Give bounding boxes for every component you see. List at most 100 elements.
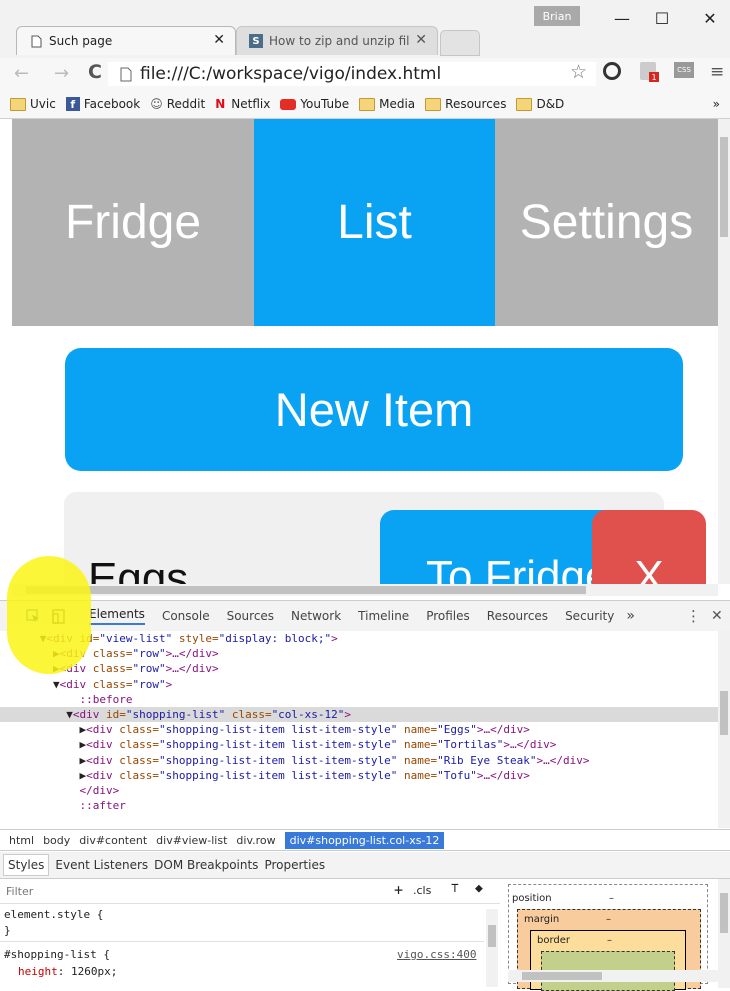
new-item-button[interactable]: New Item [65, 348, 683, 471]
menu-icon[interactable]: ≡ [710, 62, 724, 82]
dom-node-line[interactable]: ▶<div class="shopping-list-item list-ite… [0, 768, 718, 783]
dom-node-line[interactable]: </div> [0, 783, 718, 798]
dom-node-line[interactable]: ▼<div class="row"> [0, 677, 718, 692]
highlight-marker [7, 556, 91, 674]
rule-divider [0, 941, 484, 942]
bookmark-uvic[interactable]: Uvic [10, 97, 56, 111]
rule-element-style[interactable]: element.style { [4, 908, 103, 921]
address-bar[interactable]: file:///C:/workspace/vigo/index.html [108, 62, 596, 86]
dom-node-line[interactable]: ▶<div class="shopping-list-item list-ite… [0, 722, 718, 737]
list-item-name: Eggs [88, 554, 189, 584]
remove-item-button[interactable]: X [592, 510, 706, 584]
tab-title: Such page [49, 34, 113, 48]
bookmarks-overflow-icon[interactable]: » [713, 97, 720, 111]
styles-scrollbar[interactable] [486, 909, 498, 987]
box-model-scrollbar[interactable] [508, 970, 718, 982]
add-rule-icon[interactable]: + [394, 881, 403, 899]
breadcrumb-view-list[interactable]: div#view-list [156, 834, 227, 847]
dom-node-line[interactable]: ::after [0, 798, 718, 813]
rule-close: } [4, 924, 11, 937]
extension-opera-icon[interactable] [603, 62, 621, 80]
breadcrumb-body[interactable]: body [43, 834, 70, 847]
forward-icon[interactable]: → [54, 63, 69, 84]
devtools-bottom-scrollbar[interactable] [718, 879, 730, 988]
bookmark-star-icon[interactable]: ☆ [570, 61, 587, 83]
scroll-thumb[interactable] [720, 137, 728, 237]
styles-pane: + .cls ⊤ ◆ element.style { } #shopping-l… [0, 879, 500, 988]
minimize-icon[interactable]: — [602, 8, 642, 28]
dom-node-line[interactable]: ▶<div class="row">…</div> [0, 646, 718, 661]
breadcrumb-shopping-list[interactable]: div#shopping-list.col-xs-12 [284, 831, 445, 849]
css-declaration[interactable]: height: 1260px; [18, 965, 117, 978]
tab-event-listeners[interactable]: Event Listeners [55, 858, 148, 872]
bookmarks-bar: Uvic f Facebook ☺ Reddit N Netflix YouTube … [0, 90, 730, 119]
close-tab-icon[interactable]: ✕ [213, 32, 225, 48]
extension-shield-icon[interactable]: 1 [640, 62, 659, 82]
scroll-thumb[interactable] [26, 586, 586, 594]
tab-styles[interactable]: Styles [3, 854, 50, 876]
tab-zip-article[interactable]: S How to zip and unzip files ✕ [236, 26, 438, 55]
breadcrumb-html[interactable]: html [9, 834, 34, 847]
tab-security[interactable]: Security [565, 609, 614, 623]
folder-icon [425, 97, 442, 111]
tab-properties[interactable]: Properties [264, 858, 325, 872]
dom-scrollbar[interactable] [718, 631, 730, 828]
rule-shopping-list-selector[interactable]: #shopping-list { [4, 948, 110, 961]
breadcrumb-row[interactable]: div.row [236, 834, 275, 847]
dom-breadcrumbs: html body div#content div#view-list div.… [0, 829, 730, 851]
back-icon[interactable]: ← [14, 63, 29, 84]
devtools-menu-icon[interactable]: ⋮ [686, 607, 701, 625]
profile-badge[interactable]: Brian [534, 6, 580, 26]
tab-sources[interactable]: Sources [227, 609, 274, 623]
dom-node-line[interactable]: ::before [0, 692, 718, 707]
dom-node-line[interactable]: ▶<div class="shopping-list-item list-ite… [0, 753, 718, 768]
bookmark-netflix[interactable]: N Netflix [215, 97, 270, 111]
tab-resources[interactable]: Resources [487, 609, 548, 623]
dom-node-line[interactable]: ▶<div class="shopping-list-item list-ite… [0, 737, 718, 752]
page-vertical-scrollbar[interactable] [718, 119, 730, 584]
box-position: position – margin – border – [508, 884, 708, 991]
more-tabs-icon[interactable]: » [626, 608, 635, 624]
bookmark-dnd[interactable]: D&D [516, 97, 564, 111]
reload-icon[interactable]: C [88, 61, 102, 83]
nav-tab-list[interactable]: List [254, 119, 495, 326]
new-tab-button[interactable] [440, 30, 480, 56]
color-format-icon[interactable]: ◆ [475, 881, 483, 896]
bookmark-resources[interactable]: Resources [425, 97, 506, 111]
styles-filter-input[interactable] [4, 882, 308, 900]
nav-tab-settings[interactable]: Settings [495, 119, 718, 326]
url-text: file:///C:/workspace/vigo/index.html [140, 64, 442, 84]
scroll-thumb[interactable] [720, 691, 728, 735]
breadcrumb-content[interactable]: div#content [79, 834, 147, 847]
pin-icon[interactable]: ⊤ [451, 881, 459, 896]
close-devtools-icon[interactable]: ✕ [711, 608, 723, 624]
scroll-thumb[interactable] [488, 925, 496, 947]
maximize-icon[interactable]: ☐ [642, 8, 682, 28]
extension-css-icon[interactable]: CSS [674, 62, 694, 78]
tab-elements[interactable]: Elements [89, 607, 145, 625]
dom-node-line[interactable]: ▶<div class="row">…</div> [0, 661, 718, 676]
page-horizontal-scrollbar[interactable] [12, 584, 718, 596]
dom-node-line[interactable]: ▼<div id="shopping-list" class="col-xs-1… [0, 707, 718, 723]
scroll-thumb[interactable] [522, 972, 602, 980]
cls-toggle[interactable]: .cls [413, 884, 431, 897]
tab-profiles[interactable]: Profiles [426, 609, 470, 623]
folder-icon [10, 97, 26, 111]
tab-such-page[interactable]: Such page ✕ [16, 26, 236, 55]
tab-console[interactable]: Console [162, 609, 210, 623]
bookmark-facebook[interactable]: f Facebook [65, 97, 140, 111]
bookmark-reddit[interactable]: ☺ Reddit [150, 97, 205, 111]
nav-tab-fridge[interactable]: Fridge [12, 119, 254, 326]
close-tab-icon[interactable]: ✕ [415, 32, 427, 48]
tab-network[interactable]: Network [291, 609, 341, 623]
reddit-icon: ☺ [150, 97, 163, 111]
tab-dom-breakpoints[interactable]: DOM Breakpoints [154, 858, 258, 872]
bookmark-media[interactable]: Media [359, 97, 415, 111]
close-window-icon[interactable]: ✕ [690, 8, 730, 28]
rule-source-link[interactable]: vigo.css:400 [397, 948, 476, 961]
dom-node-line[interactable]: ▼<div id="view-list" style="display: blo… [0, 631, 718, 646]
bookmark-youtube[interactable]: YouTube [280, 97, 349, 111]
tab-timeline[interactable]: Timeline [358, 609, 409, 623]
scroll-thumb[interactable] [720, 893, 728, 933]
page-icon [29, 34, 43, 48]
